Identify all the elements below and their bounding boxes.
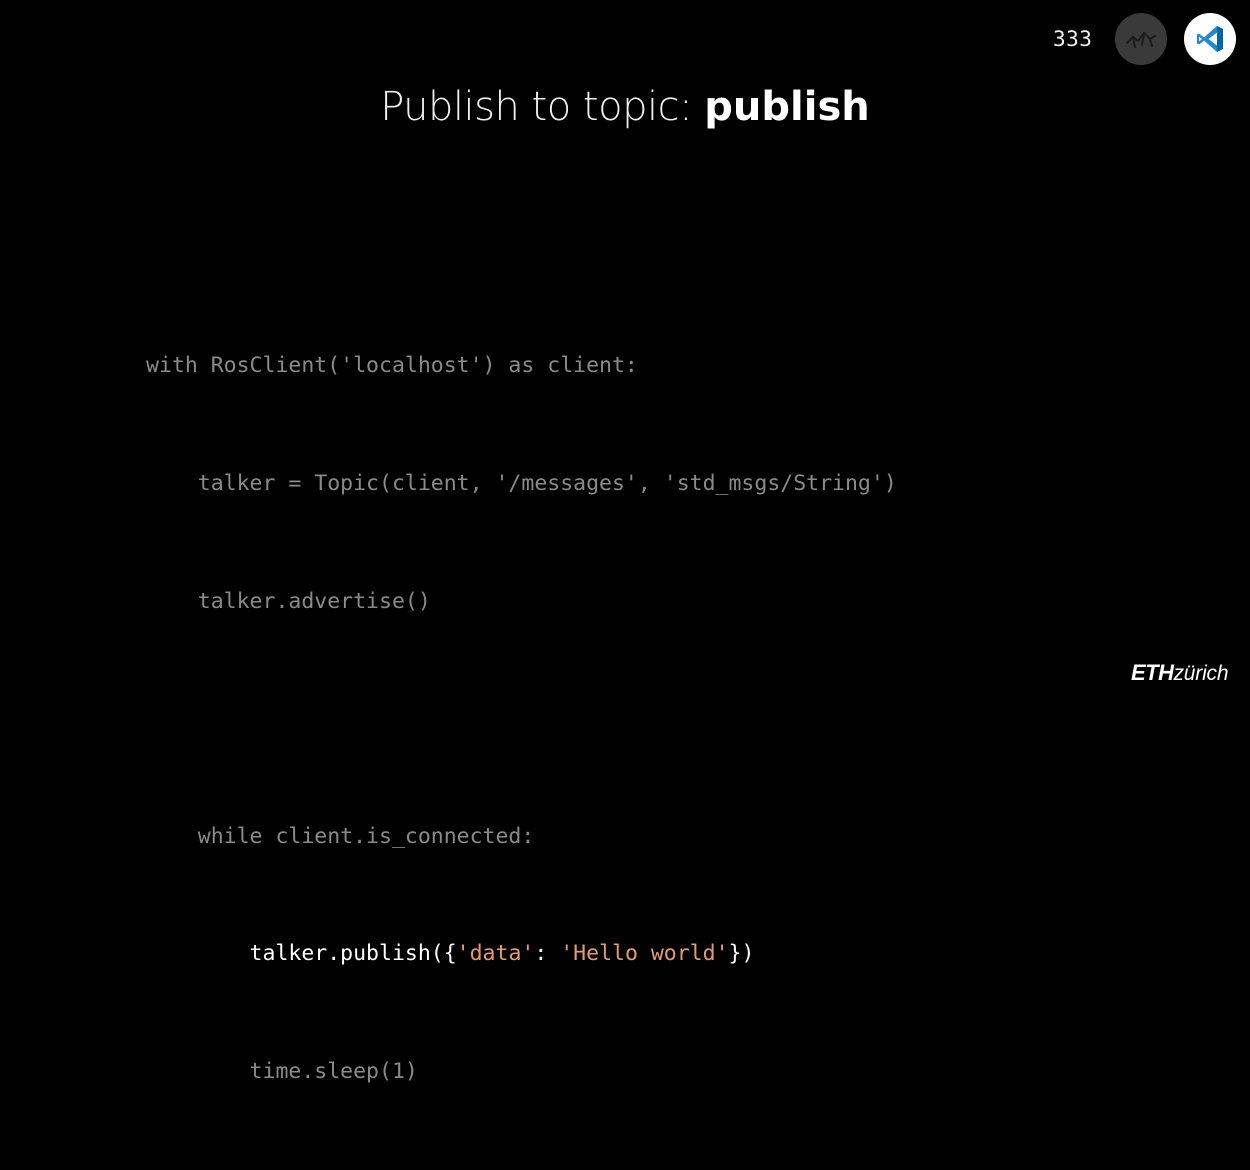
code-string-key: 'data': [456, 941, 535, 967]
code-closing: }): [728, 941, 755, 967]
code-block: with RosClient('localhost') as client: t…: [146, 268, 897, 1170]
eth-zurich-logo: ETHzürich: [1131, 660, 1229, 686]
code-separator: :: [534, 941, 561, 967]
code-line: while client.is_connected:: [146, 823, 535, 849]
ros-robot-icon: [1115, 13, 1167, 65]
code-line: with RosClient('localhost') as client:: [146, 353, 638, 379]
vscode-icon[interactable]: [1184, 13, 1236, 65]
logo-zurich: zürich: [1173, 662, 1229, 685]
code-line: talker.advertise(): [146, 588, 431, 614]
slide: 333 Publish to topic: publish with RosCl…: [0, 0, 1250, 1084]
slide-title: Publish to topic: publish: [0, 84, 1250, 130]
code-line: talker = Topic(client, '/messages', 'std…: [146, 471, 897, 496]
page-number: 333: [1053, 27, 1093, 51]
code-publish-call: talker.publish({: [146, 941, 457, 967]
slide-title-prefix: Publish to topic:: [380, 84, 705, 130]
code-line-highlighted: talker.publish({'data': 'Hello world'}): [146, 934, 897, 973]
logo-eth: ETH: [1131, 660, 1174, 685]
code-line: time.sleep(1): [146, 1058, 418, 1084]
slide-title-keyword: publish: [704, 84, 870, 130]
code-string-value: 'Hello world': [560, 941, 729, 967]
